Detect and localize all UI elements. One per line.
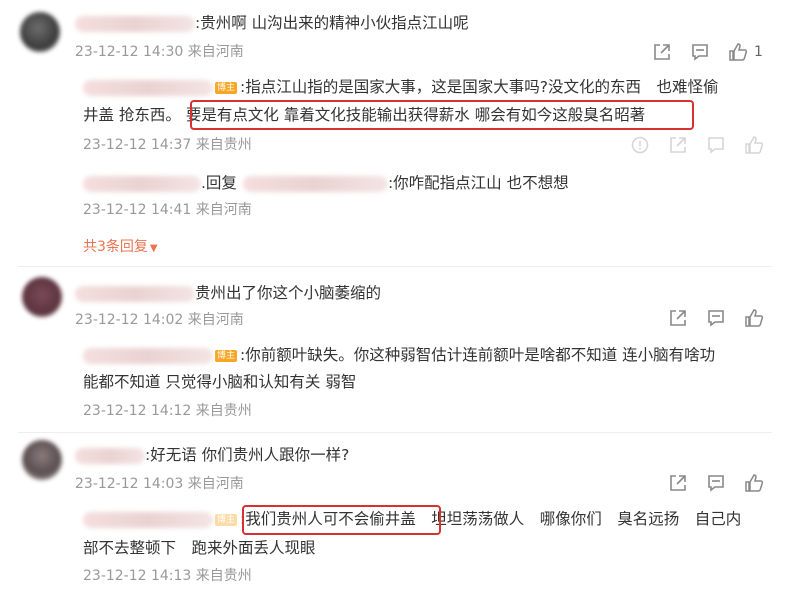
share-icon[interactable] (652, 42, 672, 62)
comment-actions: 1 (652, 42, 763, 62)
avatar[interactable] (22, 277, 62, 317)
reply-text-line1: :指点江山指的是国家大事，这是国家大事吗?没文化的东西 也难怪偷 (240, 78, 719, 96)
username-blurred[interactable] (83, 175, 201, 192)
reply-text-line2-start: 井盖 抢东西。 (83, 106, 181, 124)
caret-down-icon: ▼ (149, 243, 158, 254)
reply-meta: 23-12-12 14:13 来自贵州 (83, 568, 252, 584)
reply-to-label: .回复 (201, 174, 237, 192)
comment-actions (668, 473, 764, 493)
reply-text-line1: :你前额叶缺失。你这种弱智估计连前额叶是啥都不知道 连小脑有啥功 (240, 346, 716, 364)
comment-text: :贵州啊 山沟出来的精神小伙指点江山呢 (195, 14, 469, 32)
comment-icon[interactable] (690, 42, 710, 62)
avatar[interactable] (20, 12, 60, 52)
reply-text-line1-rest: 坦坦荡荡做人 哪像你们 臭名远扬 自己内 (431, 510, 742, 528)
divider (18, 266, 772, 267)
reply-target-blurred[interactable] (242, 175, 388, 192)
reply-actions (630, 135, 764, 155)
share-icon[interactable] (668, 308, 688, 328)
blogger-badge: 博主 (215, 81, 238, 94)
highlight-box (190, 100, 694, 130)
like-icon[interactable] (744, 473, 764, 493)
username-blurred[interactable] (83, 79, 213, 96)
blogger-badge: 博主 (215, 349, 238, 362)
username-blurred[interactable] (75, 15, 195, 32)
reply-meta: 23-12-12 14:41 来自河南 (83, 202, 252, 218)
info-icon[interactable] (630, 135, 650, 155)
username-blurred[interactable] (75, 285, 195, 302)
reply-meta: 23-12-12 14:12 来自贵州 (83, 403, 252, 419)
comment-text: 贵州出了你这个小脑萎缩的 (195, 284, 382, 302)
comment-meta: 23-12-12 14:30 来自河南 (75, 44, 244, 60)
comment-actions (668, 308, 764, 328)
reply-text-line2: 能都不知道 只觉得小脑和认知有关 弱智 (83, 373, 357, 391)
comment-icon[interactable] (706, 308, 726, 328)
username-blurred[interactable] (83, 511, 213, 528)
expand-replies-link[interactable]: 共3条回复 ▼ (83, 236, 158, 256)
reply-text-line2: 部不去整顿下 跑来外面丢人现眼 (83, 539, 316, 557)
comment-meta: 23-12-12 14:02 来自河南 (75, 312, 244, 328)
comment-icon[interactable] (706, 473, 726, 493)
username-blurred[interactable] (75, 447, 145, 464)
reply-meta: 23-12-12 14:37 来自贵州 (83, 137, 252, 153)
avatar[interactable] (22, 440, 62, 480)
share-icon[interactable] (668, 135, 688, 155)
divider (18, 432, 772, 433)
username-blurred[interactable] (83, 347, 213, 364)
like-count: 1 (754, 44, 763, 60)
like-icon[interactable] (728, 42, 748, 62)
reply-text: :你咋配指点江山 也不想想 (387, 174, 569, 192)
comment-icon[interactable] (706, 135, 726, 155)
blogger-badge: 博主 (215, 513, 238, 526)
highlight-box (242, 505, 441, 535)
comment-text: :好无语 你们贵州人跟你一样? (145, 446, 350, 464)
like-icon[interactable] (744, 308, 764, 328)
share-icon[interactable] (668, 473, 688, 493)
comment-meta: 23-12-12 14:03 来自河南 (75, 476, 244, 492)
like-icon[interactable] (744, 135, 764, 155)
